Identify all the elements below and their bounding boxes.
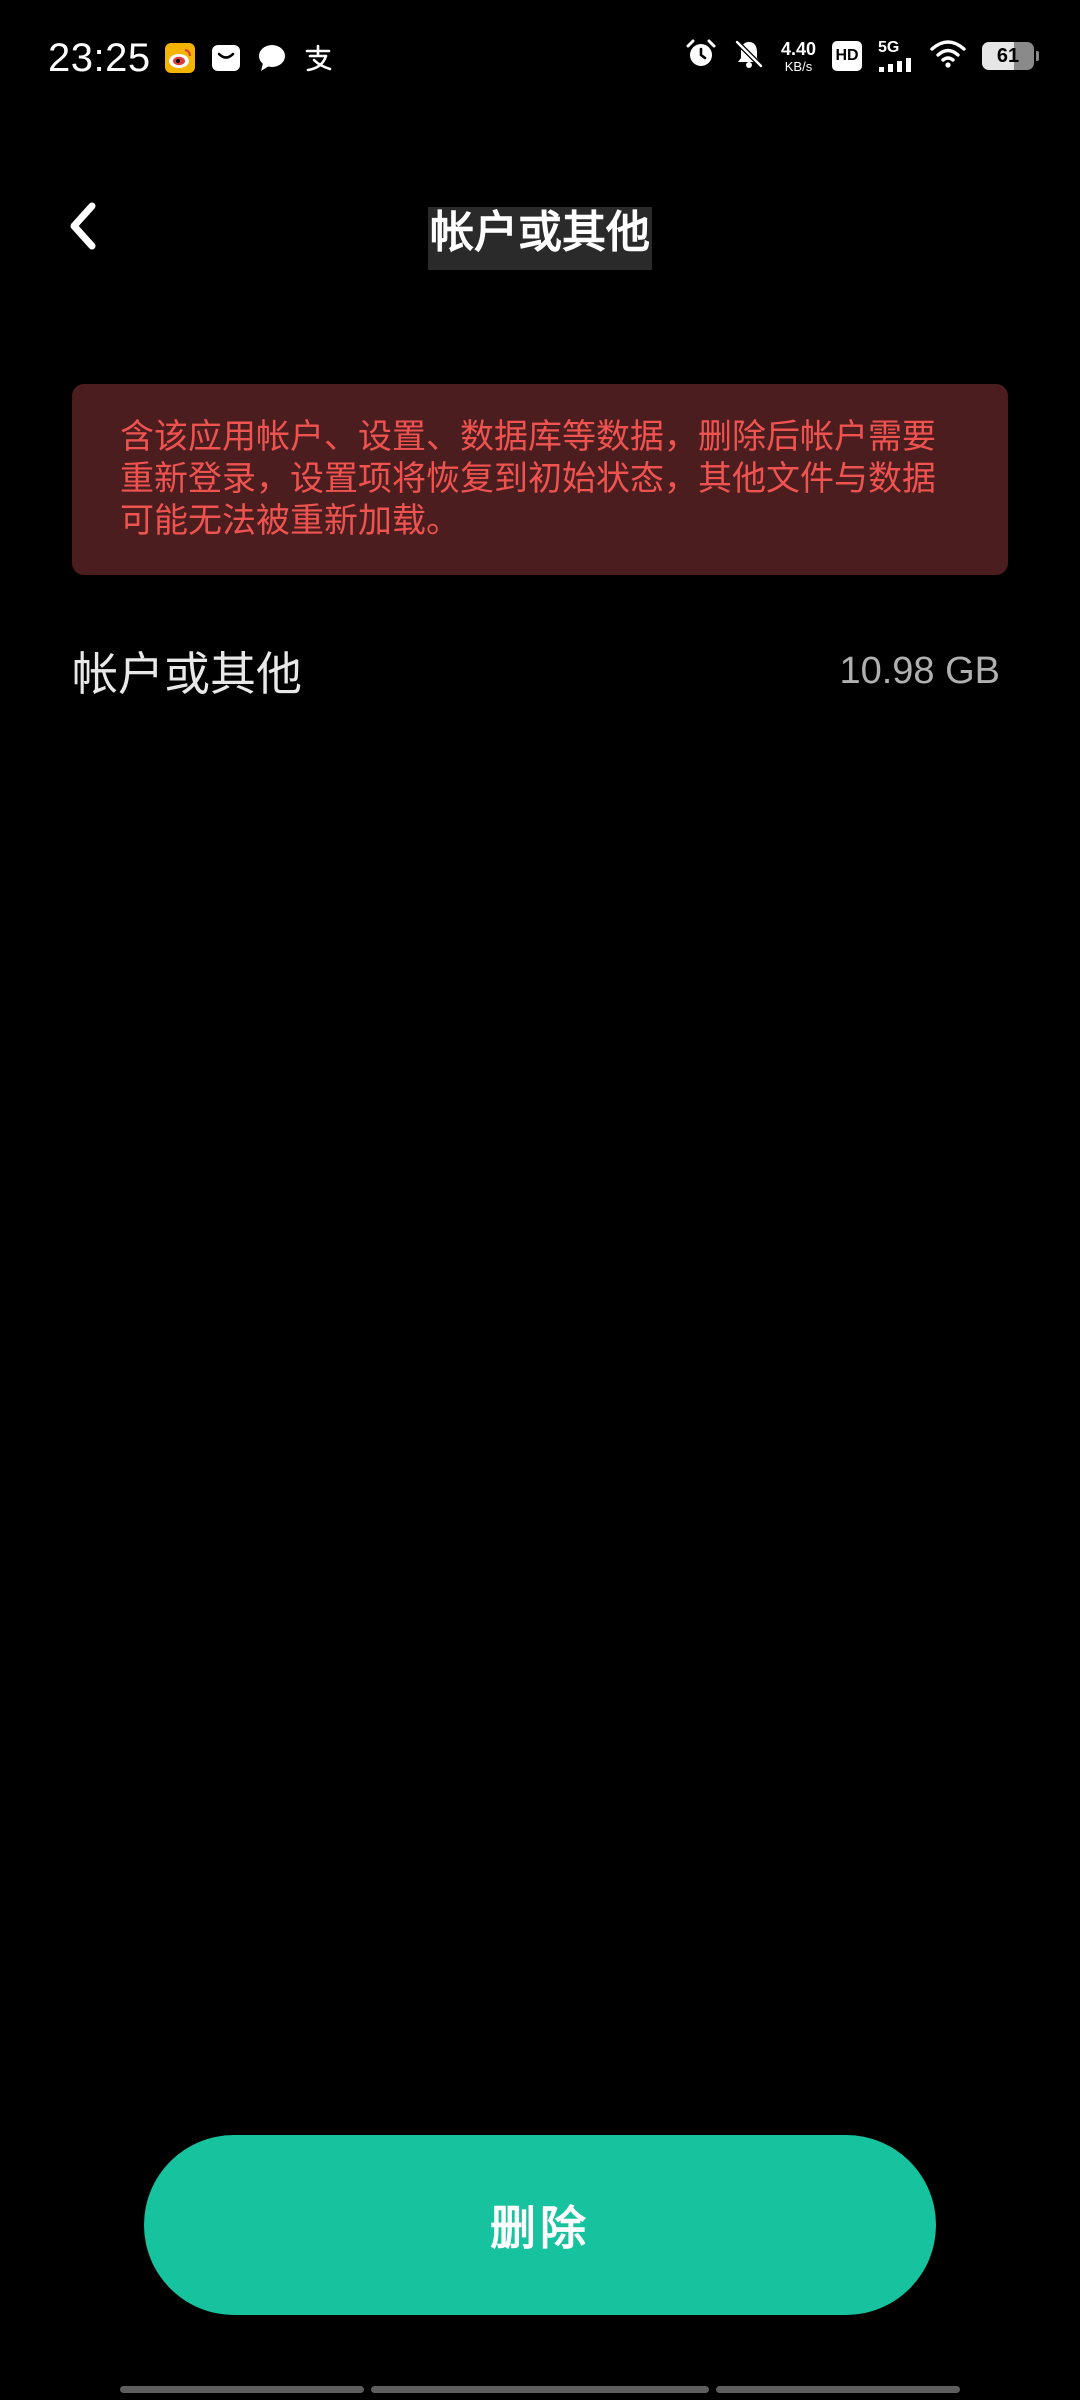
network-speed-unit: KB/s xyxy=(784,58,813,74)
hd-badge: HD xyxy=(832,41,862,71)
wifi-icon xyxy=(930,39,966,73)
weibo-icon xyxy=(164,42,196,74)
page-title: 帐户或其他 xyxy=(0,196,1080,270)
system-icons: 4.40 KB/s HD 5G 61 xyxy=(685,38,1039,74)
storage-size: 10.98 GB xyxy=(839,649,1000,692)
message-icon xyxy=(210,42,242,74)
nav-bar-center xyxy=(371,2386,709,2393)
app-header: 帐户或其他 xyxy=(0,160,1080,290)
cellular-signal-icon: 5G xyxy=(878,40,914,72)
page-title-text: 帐户或其他 xyxy=(428,207,652,270)
status-time: 23:25 xyxy=(48,36,151,80)
alarm-icon xyxy=(685,38,717,74)
delete-button[interactable]: 删除 xyxy=(144,2135,936,2315)
network-speed: 4.40 KB/s xyxy=(781,40,816,73)
network-speed-value: 4.40 xyxy=(780,38,816,59)
nav-bar-left xyxy=(120,2386,364,2393)
network-type: 5G xyxy=(878,39,900,56)
storage-label: 帐户或其他 xyxy=(72,647,302,701)
battery-level: 61 xyxy=(996,44,1020,67)
mute-bell-icon xyxy=(733,38,765,74)
notification-icons xyxy=(164,42,334,74)
navigation-gesture-bar xyxy=(120,2386,960,2394)
alipay-icon xyxy=(302,42,334,74)
nav-bar-right xyxy=(716,2386,960,2393)
battery-icon: 61 xyxy=(982,42,1039,70)
warning-message: 含该应用帐户、设置、数据库等数据，删除后帐户需要重新登录，设置项将恢复到初始状态… xyxy=(72,384,1008,575)
chat-bubble-icon xyxy=(256,42,288,74)
storage-row: 帐户或其他 10.98 GB xyxy=(72,636,1000,706)
status-bar: 23:25 4.40 KB/s HD 5G 61 xyxy=(0,0,1080,120)
